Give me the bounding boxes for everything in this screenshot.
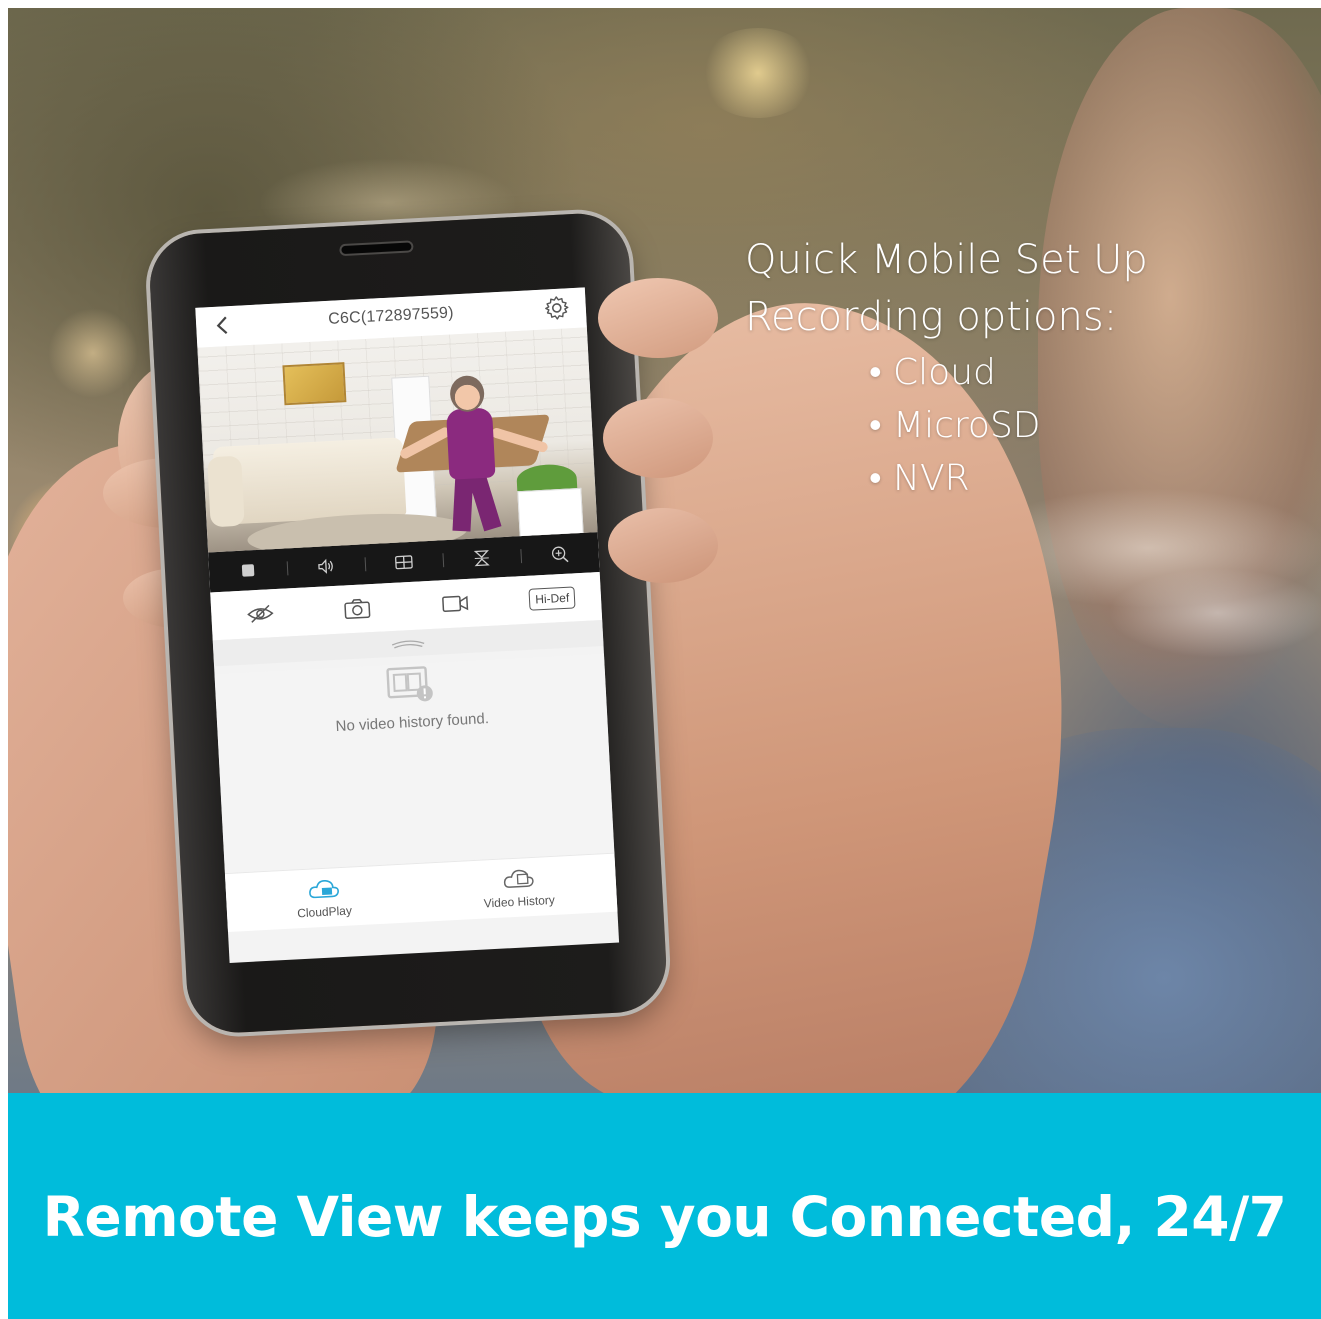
child-body [445,407,496,480]
right-finger [598,278,718,358]
tab-video-history-label: Video History [483,892,556,911]
option-microsd: MicroSD [869,399,1148,452]
grid-view-icon [395,555,413,570]
flip-button[interactable] [442,536,522,580]
phone-speaker [341,242,412,255]
record-button[interactable] [406,589,505,618]
hidef-button[interactable]: Hi-Def [503,585,602,612]
smartphone: C6C(172897559) Hi-Def No video history f… [147,211,669,1036]
privacy-eye-off-icon [246,604,274,623]
sofa-arm [207,455,245,528]
cloud-play-icon [308,880,339,899]
stop-button[interactable] [208,548,288,592]
bottom-banner: Remote View keeps you Connected, 24/7 [8,1093,1321,1319]
feature-heading-recording: Recording options: [745,294,1118,340]
record-video-icon [441,595,468,612]
option-nvr: NVR [869,452,1148,505]
phone-screen: C6C(172897559) Hi-Def No video history f… [195,287,620,963]
banner-tagline: Remote View keeps you Connected, 24/7 [42,1185,1287,1249]
snapshot-button[interactable] [308,594,407,623]
bokeh-light [48,308,138,398]
right-finger [603,398,713,478]
grid-view-button[interactable] [364,540,444,584]
feature-heading-setup: Quick Mobile Set Up [745,237,1148,283]
right-finger [608,508,718,583]
tab-cloudplay-label: CloudPlay [296,903,353,921]
wall-map-picture [282,362,347,406]
volume-icon [318,558,333,574]
bottom-tab-bar: CloudPlay Video History [224,852,618,932]
drag-handle-icon [391,640,425,649]
snapshot-camera-icon [344,598,371,620]
live-video-feed[interactable] [197,327,598,553]
planter [517,487,584,538]
bokeh-light [1108,568,1321,658]
film-error-icon [386,666,433,702]
video-history-panel: No video history found. CloudPlay Video … [214,653,618,932]
recording-options-list: Cloud MicroSD NVR [869,346,1148,505]
flip-icon [473,550,490,567]
stop-icon [241,564,255,577]
bokeh-light [698,28,818,118]
feature-list: Quick Mobile Set Up Recording options: C… [745,232,1148,505]
option-cloud: Cloud [869,346,1148,399]
settings-gear-icon[interactable] [543,294,570,321]
video-history-icon [503,869,534,888]
volume-button[interactable] [286,544,366,588]
zoom-button[interactable] [520,532,600,576]
background-photo: C6C(172897559) Hi-Def No video history f… [8,8,1321,1093]
privacy-button[interactable] [211,599,310,628]
tab-cloudplay[interactable]: CloudPlay [225,864,423,932]
zoom-in-icon [551,546,569,563]
hidef-label: Hi-Def [528,586,576,611]
empty-history-message: No video history found. [335,710,490,736]
tab-video-history[interactable]: Video History [420,854,618,922]
